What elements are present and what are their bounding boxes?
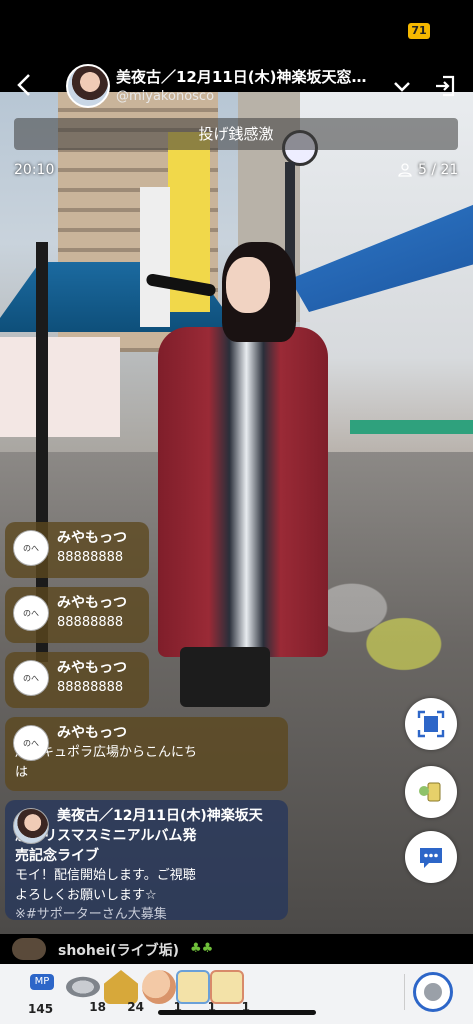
- comment-button[interactable]: [405, 831, 457, 883]
- room-title[interactable]: 美夜古／12月11日(木)神楽坂天窓…: [116, 66, 392, 87]
- banner: [140, 187, 170, 327]
- gift-ticket-b[interactable]: 1: [210, 970, 250, 1014]
- coin-icon: [66, 976, 100, 998]
- entry-notification: shohei(ライブ垢) ♣♣: [0, 934, 473, 964]
- exit-button[interactable]: [432, 72, 460, 100]
- gift-panel-toggle[interactable]: [413, 972, 453, 1012]
- home-indicator[interactable]: [158, 1010, 316, 1015]
- commenter-name: みやもっつ: [57, 530, 127, 546]
- bonus-p-icon: [104, 970, 138, 1004]
- railing: [350, 420, 473, 434]
- chat-bubble-icon: [420, 848, 442, 868]
- broadcaster-name-line3: 売記念ライブ: [15, 848, 99, 864]
- commenter-avatar: のへ: [13, 530, 49, 566]
- commenter-avatar: のへ: [13, 660, 49, 696]
- broadcaster-text-line2: よろしくお願いします☆: [15, 888, 157, 903]
- commenter-avatar: のへ: [13, 725, 49, 761]
- ticket-a-icon: [176, 970, 210, 1004]
- coin-toggle-icon: [424, 983, 442, 1001]
- viewer-count-text: 5 / 21: [418, 162, 459, 178]
- exit-icon: [436, 75, 455, 97]
- comment-item[interactable]: のへ みやもっつ 88888888: [5, 587, 149, 643]
- expand-button[interactable]: [388, 72, 416, 100]
- clap-icon: [142, 970, 176, 1004]
- item-button[interactable]: [405, 766, 457, 818]
- capture-button[interactable]: [405, 698, 457, 750]
- drink-item-icon: [419, 782, 441, 802]
- broadcaster-comment[interactable]: 美夜古／12月11日(木)神楽坂天 窓クリスマスミニアルバム発 売記念ライブ モ…: [5, 800, 288, 922]
- broadcaster-name-line2: 窓クリスマスミニアルバム発: [15, 828, 197, 844]
- broadcaster-text-line1: モイ！配信開始します。ご視聴: [15, 868, 196, 883]
- entry-user-name: shohei(ライブ垢): [58, 943, 179, 959]
- comment-item[interactable]: のへ みやもっつ 88888888: [5, 522, 149, 578]
- entry-avatar: [12, 938, 46, 960]
- screen-capture-icon: [417, 710, 445, 738]
- comment-text-line1: 川口キュポラ広場からこんにち: [15, 745, 198, 760]
- gift-bonus[interactable]: 24: [104, 970, 144, 1014]
- gift-mp[interactable]: MP 145: [24, 970, 64, 1016]
- comment-item[interactable]: のへ みやもっつ 88888888: [5, 652, 149, 708]
- mp-badge-icon: MP: [30, 974, 54, 990]
- gift-count: 145: [28, 1002, 54, 1016]
- commenter-name: みやもっつ: [57, 660, 127, 676]
- comment-text: 88888888: [57, 550, 124, 565]
- viewer-count: 5 / 21: [398, 162, 458, 178]
- comment-text: 88888888: [57, 615, 124, 630]
- commenter-name: みやもっつ: [57, 725, 127, 741]
- broadcaster-name-line1: 美夜古／12月11日(木)神楽坂天: [57, 808, 263, 824]
- elapsed-time: 20:10: [14, 162, 55, 178]
- comment-text: 88888888: [57, 680, 124, 695]
- performer: [158, 327, 328, 657]
- gift-message-banner: 投げ銭感激: [14, 118, 458, 150]
- broadcaster-comment-avatar: [13, 808, 49, 844]
- divider: [404, 974, 405, 1010]
- gift-coin[interactable]: 18: [66, 970, 106, 1014]
- chevron-left-icon: [17, 74, 30, 96]
- ticket-b-icon: [210, 970, 244, 1004]
- broadcaster-avatar[interactable]: [66, 64, 110, 108]
- commenter-name: みやもっつ: [57, 595, 127, 611]
- chevron-down-icon: [394, 82, 410, 92]
- performer-face: [226, 257, 270, 313]
- commenter-avatar: のへ: [13, 595, 49, 631]
- performer-legs: [180, 647, 270, 707]
- broadcaster-text-line3: ※#サポーターさん大募集: [15, 907, 167, 922]
- comment-item[interactable]: のへ みやもっつ 川口キュポラ広場からこんにち は: [5, 717, 288, 791]
- status-badge: 71: [408, 23, 430, 39]
- room-handle: @miyakonosco: [116, 89, 215, 104]
- comment-text-line2: は: [15, 765, 29, 780]
- entry-badge: ♣♣: [190, 941, 214, 956]
- person-icon: [398, 163, 412, 177]
- gift-bar: MP 145 18 24 1 1 1: [0, 964, 473, 1024]
- top-bar: 美夜古／12月11日(木)神楽坂天窓… @miyakonosco: [0, 60, 473, 112]
- sign: [0, 337, 120, 437]
- back-button[interactable]: [10, 70, 40, 100]
